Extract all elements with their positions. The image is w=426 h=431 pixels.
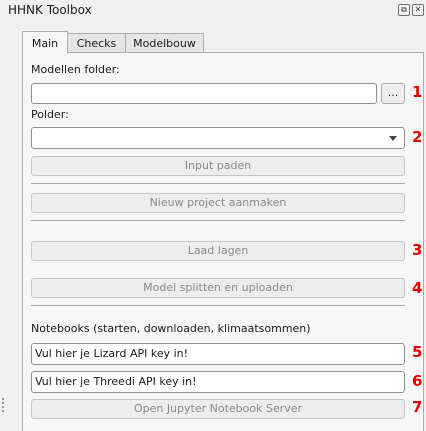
threedi-api-key-input[interactable]: Vul hier je Threedi API key in! bbox=[31, 371, 405, 393]
chevron-down-icon bbox=[389, 136, 397, 141]
separator bbox=[31, 183, 405, 184]
dock-title-bar: HHNK Toolbox ⧉ ✕ bbox=[0, 0, 426, 22]
separator bbox=[31, 220, 405, 221]
close-icon[interactable]: ✕ bbox=[412, 4, 424, 16]
restore-icon[interactable]: ⧉ bbox=[398, 4, 410, 16]
tab-main[interactable]: Main bbox=[22, 31, 68, 54]
tab-checks[interactable]: Checks bbox=[67, 33, 126, 53]
input-paden-button[interactable]: Input paden bbox=[31, 156, 405, 176]
modellen-folder-label: Modellen folder: bbox=[31, 63, 120, 76]
marker-2: 2 bbox=[412, 128, 423, 146]
resize-grip[interactable] bbox=[2, 398, 6, 412]
polder-select[interactable] bbox=[31, 127, 405, 149]
polder-label: Polder: bbox=[31, 108, 69, 121]
marker-6: 6 bbox=[412, 372, 423, 390]
tab-modelbouw[interactable]: Modelbouw bbox=[125, 33, 204, 53]
model-splitten-button[interactable]: Model splitten en uploaden bbox=[31, 278, 405, 298]
marker-3: 3 bbox=[412, 241, 423, 259]
marker-4: 4 bbox=[412, 279, 423, 297]
laad-lagen-button[interactable]: Laad lagen bbox=[31, 241, 405, 261]
browse-button[interactable]: ... bbox=[381, 83, 405, 104]
modellen-folder-input[interactable] bbox=[31, 83, 377, 104]
marker-5: 5 bbox=[412, 343, 423, 361]
nieuw-project-button[interactable]: Nieuw project aanmaken bbox=[31, 193, 405, 213]
window-title: HHNK Toolbox bbox=[8, 3, 92, 17]
lizard-api-key-input[interactable]: Vul hier je Lizard API key in! bbox=[31, 343, 405, 365]
separator bbox=[31, 305, 405, 306]
marker-7: 7 bbox=[412, 398, 423, 416]
marker-1: 1 bbox=[412, 83, 423, 101]
notebooks-label: Notebooks (starten, downloaden, klimaats… bbox=[31, 322, 311, 335]
open-jupyter-button[interactable]: Open Jupyter Notebook Server bbox=[31, 399, 405, 419]
